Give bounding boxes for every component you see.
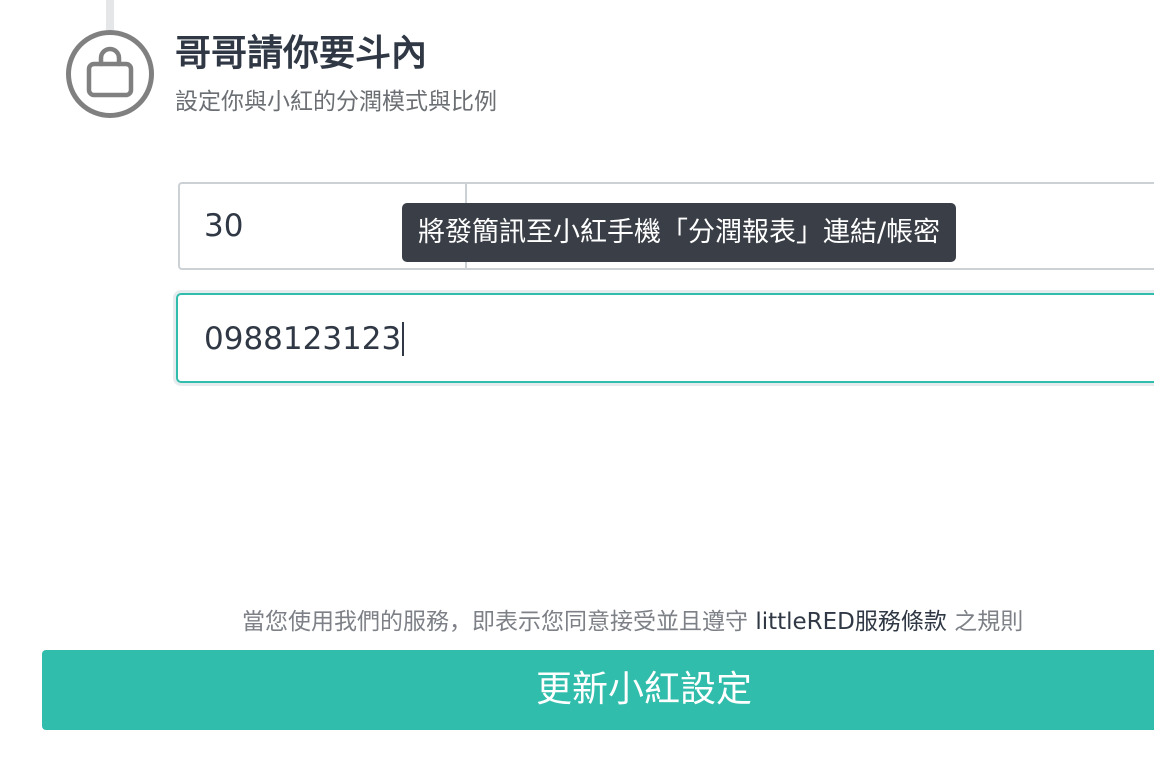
- split-ratio-input[interactable]: 30: [204, 206, 243, 246]
- phone-input[interactable]: 0988123123: [176, 293, 1154, 383]
- step-icon-circle: [66, 30, 154, 118]
- sms-tooltip: 將發簡訊至小紅手機「分潤報表」連結/帳密: [402, 203, 957, 262]
- step-timeline-line: [106, 0, 114, 30]
- update-settings-button[interactable]: 更新小紅設定: [42, 650, 1154, 730]
- phone-value-text: 0988123123: [204, 321, 402, 357]
- terms-prefix: 當您使用我們的服務，即表示您同意接受並且遵守: [242, 609, 756, 635]
- step-subtitle: 設定你與小紅的分潤模式與比例: [175, 89, 497, 115]
- phone-input-value: 0988123123: [204, 319, 405, 359]
- text-caret: [402, 321, 405, 356]
- terms-notice: 當您使用我們的服務，即表示您同意接受並且遵守 littleRED服務條款 之規則: [242, 604, 1023, 640]
- terms-link[interactable]: littleRED服務條款: [755, 609, 947, 635]
- terms-suffix: 之規則: [946, 609, 1024, 635]
- step-title: 哥哥請你要斗內: [175, 33, 428, 74]
- shopping-bag-icon: [86, 46, 134, 102]
